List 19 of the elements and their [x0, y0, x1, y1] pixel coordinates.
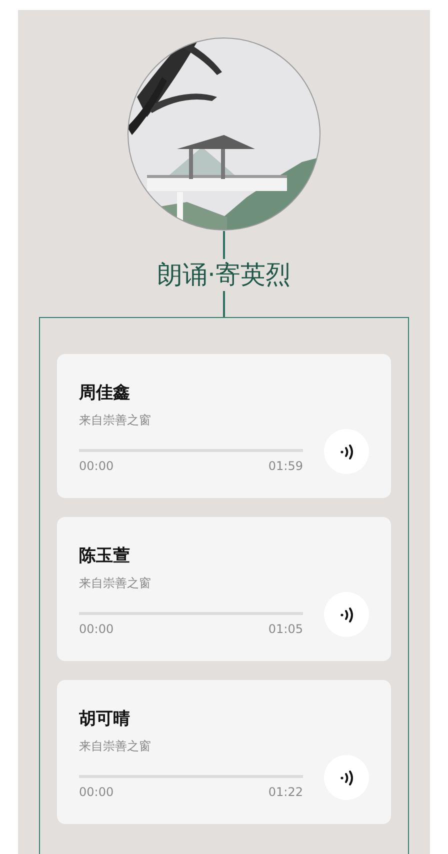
play-button[interactable] — [324, 755, 369, 800]
source-label: 来自崇善之窗 — [79, 412, 152, 429]
duration-time: 01:05 — [268, 622, 303, 636]
source-label: 来自崇善之窗 — [79, 575, 152, 592]
reciter-name: 周佳鑫 — [79, 382, 131, 404]
sound-icon — [338, 768, 356, 786]
play-button[interactable] — [324, 429, 369, 474]
duration-time: 01:22 — [268, 785, 303, 799]
page-title: 朗诵·寄英烈 — [158, 259, 290, 291]
current-time: 00:00 — [79, 785, 114, 799]
play-button[interactable] — [324, 592, 369, 637]
reciter-name: 胡可晴 — [79, 708, 131, 730]
sound-icon — [338, 606, 356, 624]
current-time: 00:00 — [79, 459, 114, 473]
reciter-name: 陈玉萱 — [79, 545, 131, 567]
source-label: 来自崇善之窗 — [79, 738, 152, 755]
current-time: 00:00 — [79, 622, 114, 636]
duration-time: 01:59 — [268, 459, 303, 473]
sound-icon — [338, 442, 356, 460]
